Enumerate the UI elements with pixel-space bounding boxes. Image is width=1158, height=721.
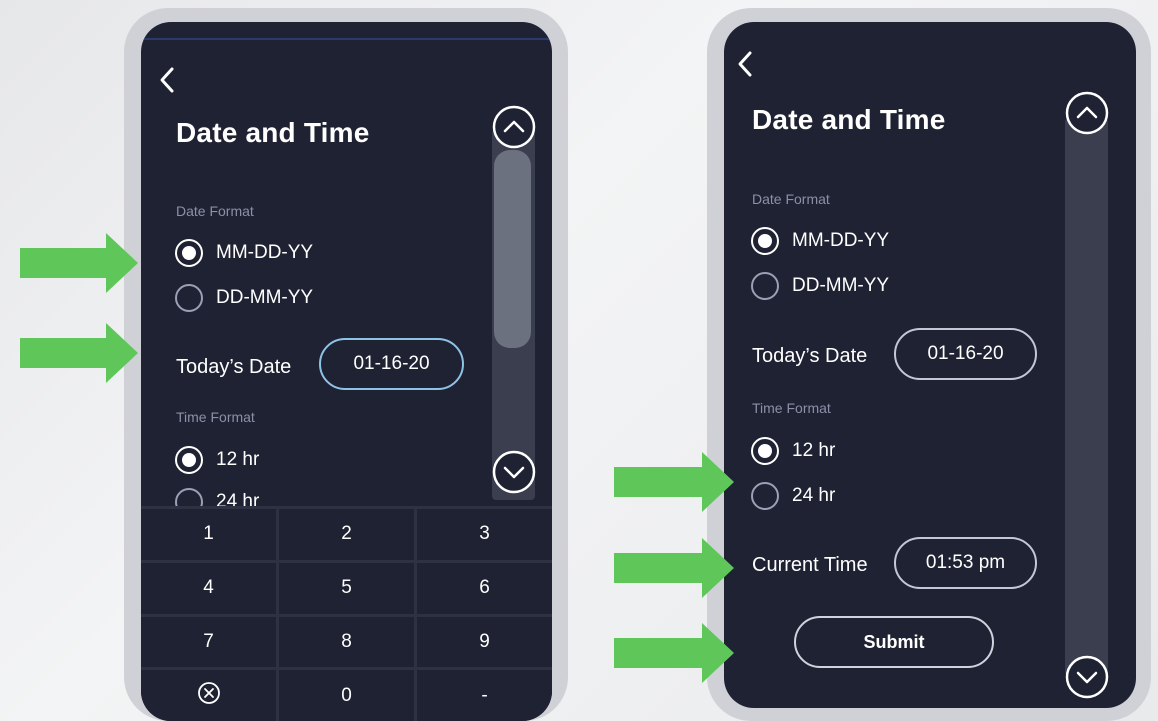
radio-button-unchecked[interactable]	[751, 482, 779, 510]
chevron-left-icon[interactable]	[159, 66, 175, 94]
key-4[interactable]: 4	[141, 562, 276, 614]
key-7[interactable]: 7	[141, 616, 276, 668]
radio-12-hr[interactable]: 12 hr	[751, 437, 835, 465]
chevron-down-circle-icon[interactable]	[1064, 654, 1110, 700]
current-time-label: Current Time	[752, 554, 868, 576]
radio-button-checked[interactable]	[751, 437, 779, 465]
top-accent-line	[141, 38, 552, 40]
radio-button-checked[interactable]	[751, 227, 779, 255]
key-5[interactable]: 5	[279, 562, 414, 614]
radio-button-unchecked[interactable]	[751, 272, 779, 300]
key-2[interactable]: 2	[279, 509, 414, 560]
todays-date-label: Today’s Date	[176, 356, 292, 378]
time-format-label: Time Format	[176, 409, 255, 425]
chevron-left-icon[interactable]	[737, 50, 753, 78]
chevron-up-circle-icon[interactable]	[1064, 90, 1110, 136]
left-device-screen: Date and Time Date Format MM-DD-YY DD-MM…	[141, 22, 552, 721]
todays-date-field[interactable]: 01-16-20	[894, 328, 1037, 380]
clear-circle-x-icon	[197, 681, 221, 711]
key-clear[interactable]	[141, 670, 276, 721]
radio-label: 24 hr	[792, 485, 836, 506]
key-9[interactable]: 9	[417, 616, 552, 668]
radio-button-unchecked[interactable]	[175, 284, 203, 312]
radio-label: DD-MM-YY	[216, 287, 314, 308]
key-8[interactable]: 8	[279, 616, 414, 668]
radio-mm-dd-yy[interactable]: MM-DD-YY	[175, 239, 313, 267]
arrow-right-icon	[614, 623, 734, 683]
date-format-label: Date Format	[176, 203, 254, 219]
radio-button-checked[interactable]	[175, 239, 203, 267]
chevron-up-circle-icon[interactable]	[491, 104, 537, 150]
todays-date-field[interactable]: 01-16-20	[319, 338, 464, 390]
time-format-label: Time Format	[752, 400, 831, 416]
radio-label: MM-DD-YY	[216, 242, 314, 263]
radio-label: 12 hr	[216, 449, 260, 470]
radio-12-hr[interactable]: 12 hr	[175, 446, 259, 474]
page-title: Date and Time	[752, 104, 946, 135]
radio-label: MM-DD-YY	[792, 230, 890, 251]
arrow-right-icon	[20, 323, 138, 383]
date-format-label: Date Format	[752, 191, 830, 207]
arrow-right-icon	[614, 538, 734, 598]
key-0[interactable]: 0	[279, 670, 414, 721]
submit-button[interactable]: Submit	[794, 616, 994, 668]
page-title: Date and Time	[176, 117, 370, 148]
todays-date-label: Today’s Date	[752, 345, 868, 367]
radio-label: DD-MM-YY	[792, 275, 890, 296]
key-3[interactable]: 3	[417, 509, 552, 560]
radio-24-hr[interactable]: 24 hr	[751, 482, 835, 510]
radio-label: 12 hr	[792, 440, 836, 461]
radio-dd-mm-yy[interactable]: DD-MM-YY	[751, 272, 889, 300]
chevron-down-circle-icon[interactable]	[491, 449, 537, 495]
arrow-right-icon	[614, 452, 734, 512]
scrollbar-thumb[interactable]	[494, 150, 531, 348]
key-1[interactable]: 1	[141, 509, 276, 560]
numeric-keypad: 1 2 3 4 5 6 7 8 9 0 -	[141, 506, 552, 721]
radio-button-checked[interactable]	[175, 446, 203, 474]
arrow-right-icon	[20, 233, 138, 293]
radio-mm-dd-yy[interactable]: MM-DD-YY	[751, 227, 889, 255]
right-device-screen: Date and Time Date Format MM-DD-YY DD-MM…	[724, 22, 1136, 708]
scrollbar-track[interactable]	[1065, 118, 1108, 676]
current-time-field[interactable]: 01:53 pm	[894, 537, 1037, 589]
key-6[interactable]: 6	[417, 562, 552, 614]
key-dash[interactable]: -	[417, 670, 552, 721]
radio-dd-mm-yy[interactable]: DD-MM-YY	[175, 284, 313, 312]
